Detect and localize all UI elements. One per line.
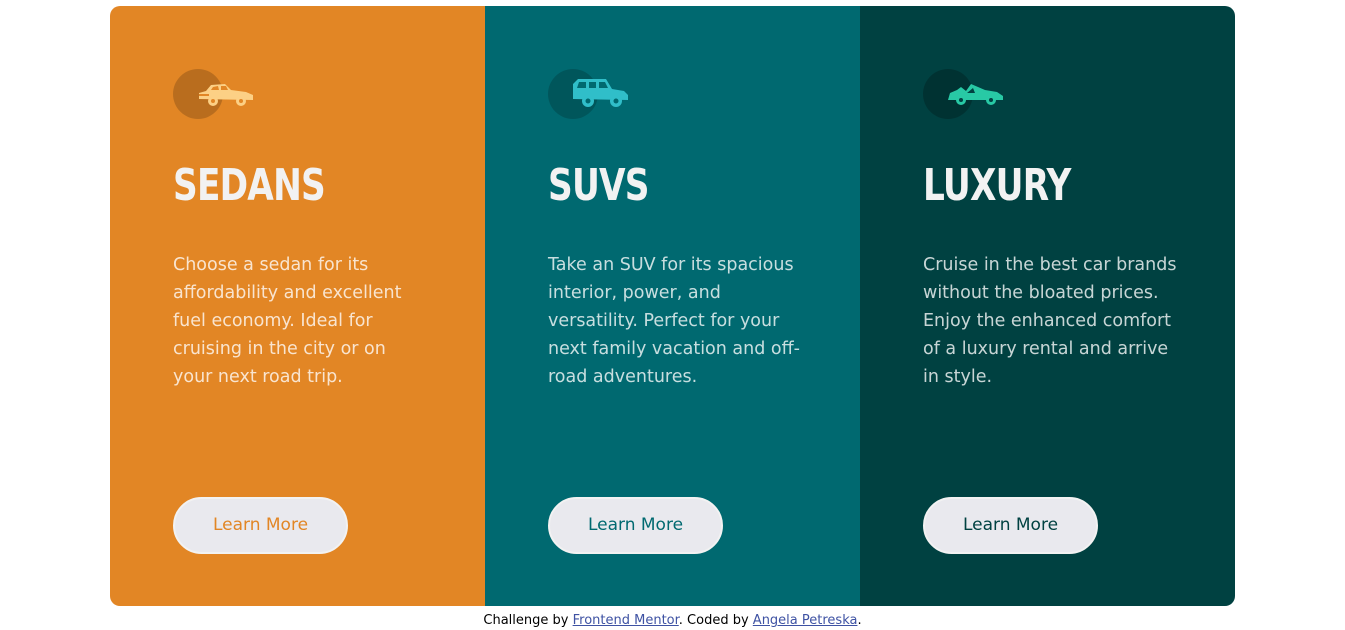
footer-prefix: Challenge by — [483, 613, 573, 628]
card-luxury: LUXURY Cruise in the best car brands wit… — [860, 6, 1235, 606]
card-description: Take an SUV for its spacious interior, p… — [548, 255, 800, 387]
suv-car-icon — [548, 69, 628, 119]
sedan-car-icon — [173, 69, 253, 119]
frontend-mentor-link[interactable]: Frontend Mentor — [573, 613, 679, 628]
footer-middle: . Coded by — [678, 613, 753, 628]
attribution-footer: Challenge by Frontend Mentor. Coded by A… — [0, 612, 1345, 630]
card-title: SEDANS — [173, 160, 326, 211]
card-suvs: SUVS Take an SUV for its spacious interi… — [485, 6, 860, 606]
luxury-car-icon — [923, 69, 1003, 119]
author-link[interactable]: Angela Petreska — [753, 613, 858, 628]
learn-more-button[interactable]: Learn More — [173, 497, 348, 554]
card-title: LUXURY — [923, 160, 1071, 211]
card-sedans: SEDANS Choose a sedan for its affordabil… — [110, 6, 485, 606]
learn-more-button[interactable]: Learn More — [923, 497, 1098, 554]
card-grid: SEDANS Choose a sedan for its affordabil… — [110, 6, 1235, 606]
card-title: SUVS — [548, 160, 650, 211]
footer-suffix: . — [857, 613, 862, 628]
learn-more-button[interactable]: Learn More — [548, 497, 723, 554]
card-description: Cruise in the best car brands without th… — [923, 255, 1177, 387]
card-description: Choose a sedan for its affordability and… — [173, 255, 402, 387]
